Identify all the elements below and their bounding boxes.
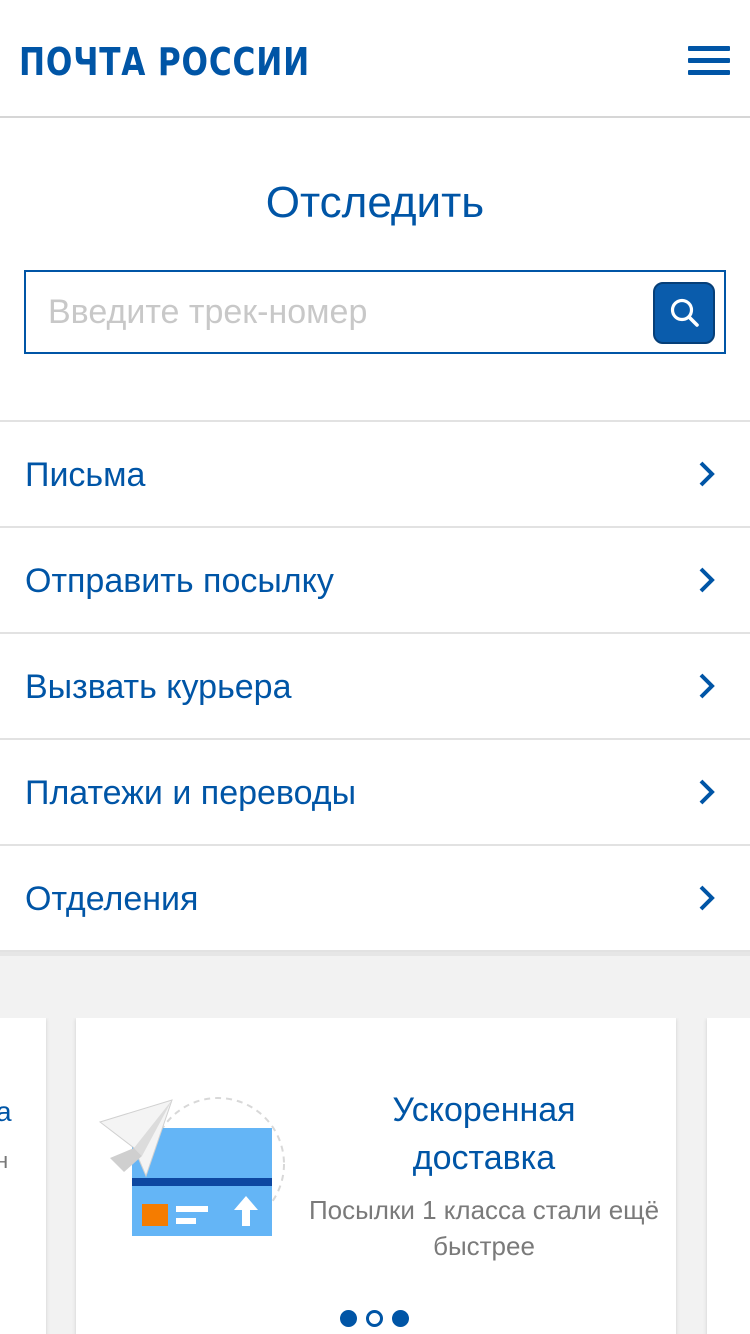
menu-item-send-parcel[interactable]: Отправить посылку <box>0 528 750 634</box>
main-menu-list: Письма Отправить посылку Вызвать курьера… <box>0 420 750 952</box>
promo-card-peek-title: а <box>0 1096 12 1127</box>
chevron-right-icon <box>699 779 715 805</box>
app-header: ПОЧТА РОССИИ <box>0 0 750 118</box>
promo-card-active[interactable]: Ускоренная доставка Посылки 1 класса ста… <box>76 1018 676 1334</box>
menu-item-label: Отделения <box>25 880 199 918</box>
paper-plane-parcel-icon <box>98 1097 285 1236</box>
chevron-right-icon <box>699 673 715 699</box>
chevron-right-icon <box>699 567 715 593</box>
carousel-pagination <box>340 1310 412 1330</box>
pagination-dot[interactable] <box>392 1310 409 1327</box>
menu-item-label: Вызвать курьера <box>25 668 292 706</box>
menu-item-label: Отправить посылку <box>25 562 334 600</box>
section-divider-band <box>0 952 750 1018</box>
track-number-input[interactable] <box>48 284 648 340</box>
chevron-right-icon <box>699 885 715 911</box>
tracking-search-box <box>24 270 726 354</box>
menu-item-offices[interactable]: Отделения <box>0 846 750 952</box>
pagination-dot[interactable] <box>340 1310 357 1327</box>
chevron-right-icon <box>699 461 715 487</box>
promo-card-previous[interactable]: а н <box>0 1018 46 1334</box>
menu-item-label: Платежи и переводы <box>25 774 357 812</box>
promo-card-next[interactable] <box>707 1018 750 1334</box>
menu-item-call-courier[interactable]: Вызвать курьера <box>0 634 750 740</box>
promo-card-peek-subtitle: н <box>0 1148 9 1173</box>
menu-item-label: Письма <box>25 456 146 494</box>
menu-item-payments[interactable]: Платежи и переводы <box>0 740 750 846</box>
search-icon <box>670 298 699 327</box>
tracking-title: Отследить <box>265 178 485 227</box>
promo-subtitle: Посылки 1 класса стали ещё быстрее <box>308 1195 660 1261</box>
pagination-dot-active[interactable] <box>366 1310 383 1327</box>
hamburger-menu-icon[interactable] <box>688 46 730 76</box>
promo-title: Ускоренная доставка <box>392 1091 576 1177</box>
menu-item-letters[interactable]: Письма <box>0 422 750 528</box>
search-button[interactable] <box>653 282 715 344</box>
promo-carousel[interactable]: а н Ускоренная доставка Посылки 1 класса… <box>0 1018 750 1334</box>
logo[interactable]: ПОЧТА РОССИИ <box>19 40 310 84</box>
